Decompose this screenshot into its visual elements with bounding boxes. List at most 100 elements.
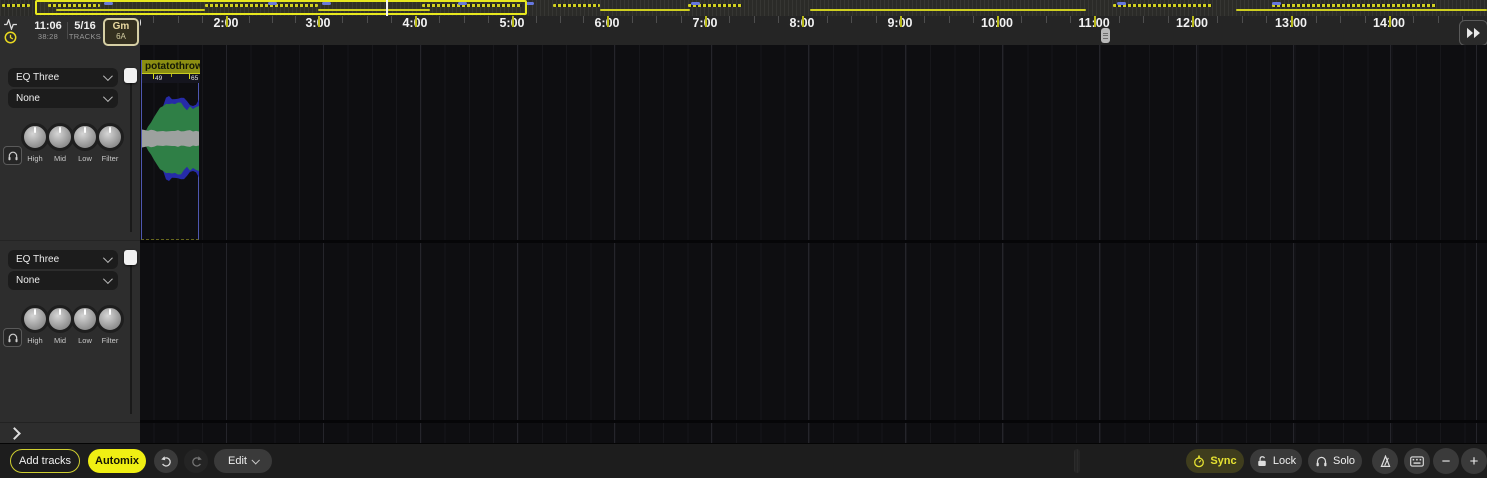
minimap-clip-segment: [1113, 4, 1212, 7]
ruler-quarter-tick: [1046, 16, 1047, 23]
minimap-clip-segment: [2, 4, 30, 7]
ruler-quarter-tick: [924, 16, 925, 23]
ruler-minute-tick: [607, 16, 609, 27]
playhead-handle[interactable]: [1101, 28, 1110, 43]
knob-pointer: [34, 309, 36, 315]
volume-slider-handle[interactable]: [124, 68, 137, 83]
ruler-quarter-tick: [464, 16, 465, 23]
timeline-tracks-area[interactable]: potatothrow4965: [140, 45, 1487, 443]
ruler-quarter-tick: [391, 16, 392, 23]
deck-controls-panel: 11:06 38:28 5/16 TRACKS Gm 6A EQ ThreeNo…: [0, 16, 140, 443]
ruler-quarter-tick: [153, 16, 154, 23]
ruler-quarter-tick: [1340, 16, 1341, 23]
shortcuts-button[interactable]: [1404, 448, 1430, 474]
elapsed-time: 11:06: [30, 21, 66, 32]
ruler-quarter-tick: [973, 16, 974, 23]
volume-slider-handle[interactable]: [124, 250, 137, 265]
ruler-quarter-tick: [729, 16, 730, 23]
edit-menu-button[interactable]: Edit: [214, 449, 272, 473]
minimap-cue-marker: [691, 2, 700, 5]
eq-knob-high[interactable]: [21, 123, 49, 151]
redo-button[interactable]: [184, 449, 208, 473]
ruler-quarter-tick: [583, 16, 584, 23]
ruler-quarter-tick: [851, 16, 852, 23]
undo-button[interactable]: [154, 449, 178, 473]
minimap-viewport[interactable]: [35, 0, 527, 15]
knob-pointer: [84, 309, 86, 315]
eq-knob-filter[interactable]: [96, 123, 124, 151]
eq-preset-select[interactable]: EQ Three: [8, 68, 118, 87]
eq-preset-value: EQ Three: [16, 254, 59, 265]
ruler-minute-tick: [1291, 16, 1293, 27]
export-button[interactable]: [1372, 448, 1398, 474]
ruler-minute-tick: [900, 16, 902, 27]
keyboard-icon: [1410, 456, 1424, 467]
ruler-quarter-tick: [1266, 16, 1267, 23]
knob-pointer: [84, 127, 86, 133]
fx-select[interactable]: None: [8, 89, 118, 108]
eq-knob-high[interactable]: [21, 305, 49, 333]
master-key-badge[interactable]: Gm 6A: [103, 18, 139, 46]
chevron-down-icon: [103, 71, 113, 81]
chevron-down-icon: [103, 274, 113, 284]
automix-button[interactable]: Automix: [88, 449, 146, 473]
ruler-quarter-tick: [249, 16, 250, 23]
chevron-right-icon[interactable]: [8, 427, 21, 440]
knob-pointer: [59, 309, 61, 315]
ruler-time-label: 1:00: [140, 16, 151, 32]
eq-preset-select[interactable]: EQ Three: [8, 250, 118, 269]
ruler-quarter-tick: [295, 16, 296, 23]
automix-app: 1:002:003:004:005:006:007:008:009:0010:0…: [0, 0, 1487, 478]
cue-headphones-button[interactable]: [3, 328, 22, 347]
time-ruler[interactable]: 1:002:003:004:005:006:007:008:009:0010:0…: [140, 16, 1487, 46]
stopwatch-icon: [1193, 455, 1205, 468]
sync-button[interactable]: Sync: [1186, 449, 1244, 473]
headphones-icon: [7, 332, 19, 343]
ruler-quarter-tick: [1438, 16, 1439, 23]
deck-b-controls: EQ ThreeNoneHighMidLowFilter: [0, 240, 140, 423]
overview-minimap[interactable]: [0, 0, 1487, 17]
total-time: 38:28: [30, 32, 66, 41]
fx-select[interactable]: None: [8, 271, 118, 290]
knob-pointer: [34, 127, 36, 133]
add-tracks-button[interactable]: Add tracks: [10, 449, 80, 473]
eq-knob-mid[interactable]: [46, 305, 74, 333]
ruler-quarter-tick: [632, 16, 633, 23]
ruler-minute-tick: [415, 16, 417, 27]
minimap-cue-marker: [1117, 2, 1126, 5]
knob-label: Filter: [95, 154, 125, 163]
lock-button[interactable]: Lock: [1250, 449, 1302, 473]
eq-knob-filter[interactable]: [96, 305, 124, 333]
fast-forward-icon: [1466, 27, 1481, 39]
undo-icon: [160, 455, 173, 468]
ruler-quarter-tick: [488, 16, 489, 23]
ruler-quarter-tick: [778, 16, 779, 23]
ruler-minute-tick: [997, 16, 999, 27]
ruler-quarter-tick: [560, 16, 561, 23]
eq-knob-low[interactable]: [71, 123, 99, 151]
eq-knob-low[interactable]: [71, 305, 99, 333]
minimap-clip-segment: [553, 4, 600, 7]
ruler-quarter-tick: [681, 16, 682, 23]
minimap-clip-segment: [600, 9, 690, 11]
lock-open-icon: [1256, 455, 1268, 468]
ruler-minute-tick: [1192, 16, 1194, 27]
ruler-quarter-tick: [754, 16, 755, 23]
deck-a-controls: EQ ThreeNoneHighMidLowFilter: [0, 45, 140, 240]
ruler-quarter-tick: [1217, 16, 1218, 23]
audio-clip[interactable]: potatothrow4965: [141, 60, 199, 240]
ruler-minute-tick: [705, 16, 707, 27]
solo-button[interactable]: Solo: [1308, 449, 1362, 473]
zoom-out-button[interactable]: −: [1433, 448, 1459, 474]
zoom-in-button[interactable]: +: [1461, 448, 1487, 474]
minimap-clip-segment: [1236, 9, 1487, 11]
ruler-quarter-tick: [1143, 16, 1144, 23]
ruler-quarter-tick: [439, 16, 440, 23]
cue-headphones-button[interactable]: [3, 146, 22, 165]
ruler-minute-tick: [1094, 16, 1096, 27]
eq-knob-mid[interactable]: [46, 123, 74, 151]
minimap-cue-marker: [1272, 2, 1281, 5]
minimap-playhead: [386, 0, 388, 16]
seek-forward-button[interactable]: [1459, 20, 1487, 46]
bpm-lane-header[interactable]: [0, 422, 140, 444]
